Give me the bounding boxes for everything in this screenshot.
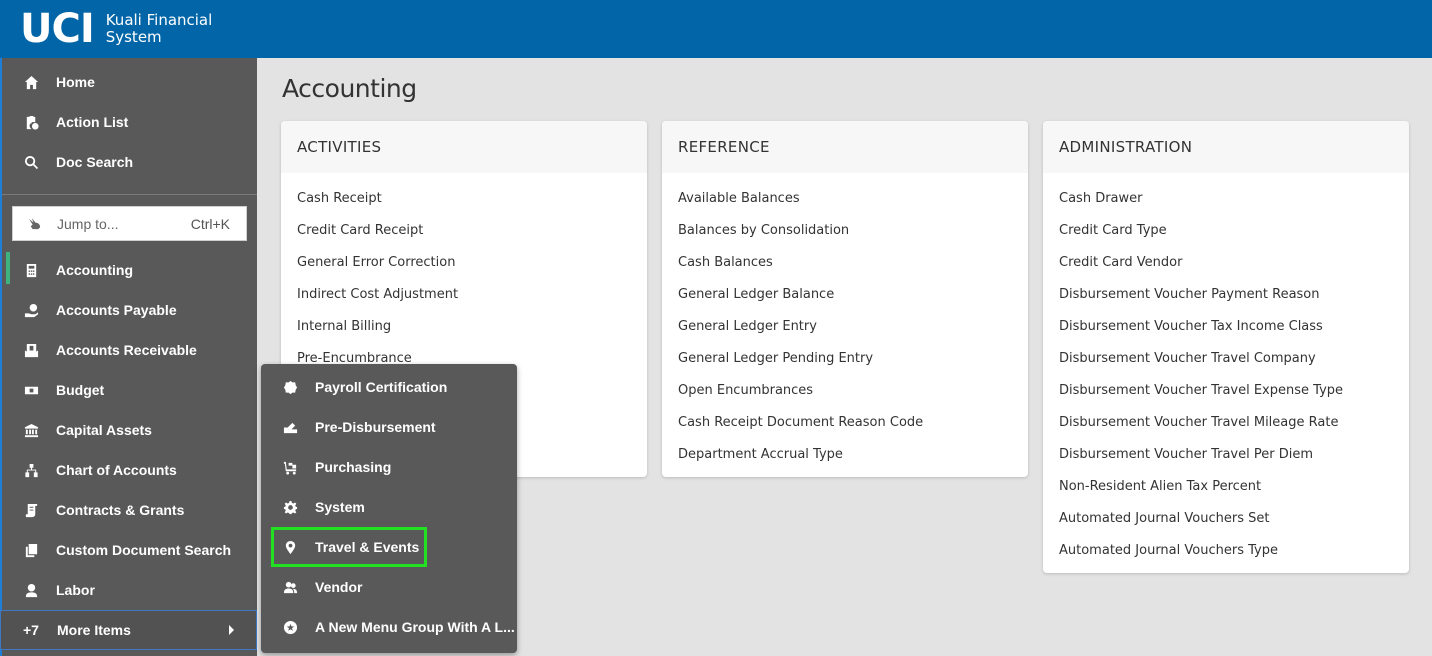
card-link[interactable]: Disbursement Voucher Payment Reason [1043,279,1409,311]
card-link[interactable]: Open Encumbrances [662,375,1028,407]
sidebar-item-capital-assets[interactable]: Capital Assets [2,410,257,450]
card-link[interactable]: Disbursement Voucher Travel Expense Type [1043,375,1409,407]
sidebar-item-accounts-receivable[interactable]: Accounts Receivable [2,330,257,370]
card-link[interactable]: Department Accrual Type [662,439,1028,471]
sidebar-item-accounting[interactable]: Accounting [2,250,257,290]
menu-item-pre-disbursement[interactable]: Pre-Disbursement [261,407,517,447]
card-link[interactable]: Cash Receipt [281,183,647,215]
more-items-button[interactable]: +7 More Items [0,610,257,650]
card-link[interactable]: Credit Card Receipt [281,215,647,247]
rabbit-icon [25,216,43,231]
copy-icon [22,541,40,559]
sidebar: Home Action List Doc Search Jump to... C… [0,58,257,656]
card-link[interactable]: Disbursement Voucher Travel Per Diem [1043,439,1409,471]
card-link[interactable]: Disbursement Voucher Travel Mileage Rate [1043,407,1409,439]
card-link[interactable]: General Ledger Balance [662,279,1028,311]
sidebar-item-labor[interactable]: Labor [2,570,257,610]
map-marker-icon [281,538,299,556]
invoice-icon [22,341,40,359]
card-link[interactable]: Credit Card Type [1043,215,1409,247]
uci-logo[interactable]: UCI [20,9,95,49]
keyboard-shortcut: Ctrl+K [190,215,230,232]
sidebar-item-contracts-grants[interactable]: Contracts & Grants [2,490,257,530]
sitemap-icon [22,461,40,479]
menu-item-new-menu-group[interactable]: A New Menu Group With A L... [261,607,517,647]
home-icon [22,73,40,91]
hand-coin-icon [22,301,40,319]
card-link[interactable]: Disbursement Voucher Tax Income Class [1043,311,1409,343]
card-link[interactable]: Cash Balances [662,247,1028,279]
card-link[interactable]: Disbursement Voucher Travel Company [1043,343,1409,375]
menu-item-purchasing[interactable]: Purchasing [261,447,517,487]
card-link[interactable]: Automated Journal Vouchers Set [1043,503,1409,535]
sidebar-item-budget[interactable]: Budget [2,370,257,410]
card-link[interactable]: Non-Resident Alien Tax Percent [1043,471,1409,503]
more-items-count: +7 [23,622,39,638]
menu-item-vendor[interactable]: Vendor [261,567,517,607]
cart-icon [281,458,299,476]
card-link[interactable]: Automated Journal Vouchers Type [1043,535,1409,567]
money-stack-icon [22,381,40,399]
sidebar-item-action-list[interactable]: Action List [2,102,257,142]
sidebar-item-doc-search[interactable]: Doc Search [2,142,257,182]
card-link[interactable]: Cash Receipt Document Reason Code [662,407,1028,439]
card-links: Available Balances Balances by Consolidat… [662,173,1028,477]
star-circle-icon [281,618,299,636]
search-icon [22,153,40,171]
page-title: Accounting [282,74,417,103]
more-items-flyout-menu: Payroll Certification Pre-Disbursement P… [261,364,517,653]
card-link[interactable]: Available Balances [662,183,1028,215]
calculator-icon [22,261,40,279]
card-link[interactable]: General Error Correction [281,247,647,279]
administration-card: ADMINISTRATION Cash Drawer Credit Card Ty… [1043,121,1409,573]
card-link[interactable]: Cash Drawer [1043,183,1409,215]
menu-item-system[interactable]: System [261,487,517,527]
card-link[interactable]: General Ledger Pending Entry [662,343,1028,375]
worker-icon [22,581,40,599]
bank-icon [22,421,40,439]
users-icon [281,578,299,596]
sidebar-item-custom-document-search[interactable]: Custom Document Search [2,530,257,570]
scroll-icon [22,501,40,519]
badge-check-icon [281,378,299,396]
card-title: ADMINISTRATION [1043,121,1409,173]
card-title: REFERENCE [662,121,1028,173]
app-title: Kuali Financial System [105,11,213,46]
menu-item-travel-events[interactable]: Travel & Events [271,527,427,567]
gear-icon [281,498,299,516]
card-link[interactable]: Internal Billing [281,311,647,343]
sidebar-item-home[interactable]: Home [2,62,257,102]
card-link[interactable]: Balances by Consolidation [662,215,1028,247]
card-link[interactable]: General Ledger Entry [662,311,1028,343]
caret-right-icon [229,625,234,635]
jump-to-input[interactable]: Jump to... Ctrl+K [12,206,247,241]
signature-icon [281,418,299,436]
clipboard-check-icon [22,113,40,131]
card-links: Cash Drawer Credit Card Type Credit Card V… [1043,173,1409,573]
card-link[interactable]: Indirect Cost Adjustment [281,279,647,311]
menu-item-payroll-certification[interactable]: Payroll Certification [261,367,517,407]
app-header: UCI Kuali Financial System [0,0,1432,58]
sidebar-item-accounts-payable[interactable]: Accounts Payable [2,290,257,330]
reference-card: REFERENCE Available Balances Balances by … [662,121,1028,477]
sidebar-divider [2,194,257,195]
sidebar-item-chart-of-accounts[interactable]: Chart of Accounts [2,450,257,490]
card-title: ACTIVITIES [281,121,647,173]
card-link[interactable]: Credit Card Vendor [1043,247,1409,279]
